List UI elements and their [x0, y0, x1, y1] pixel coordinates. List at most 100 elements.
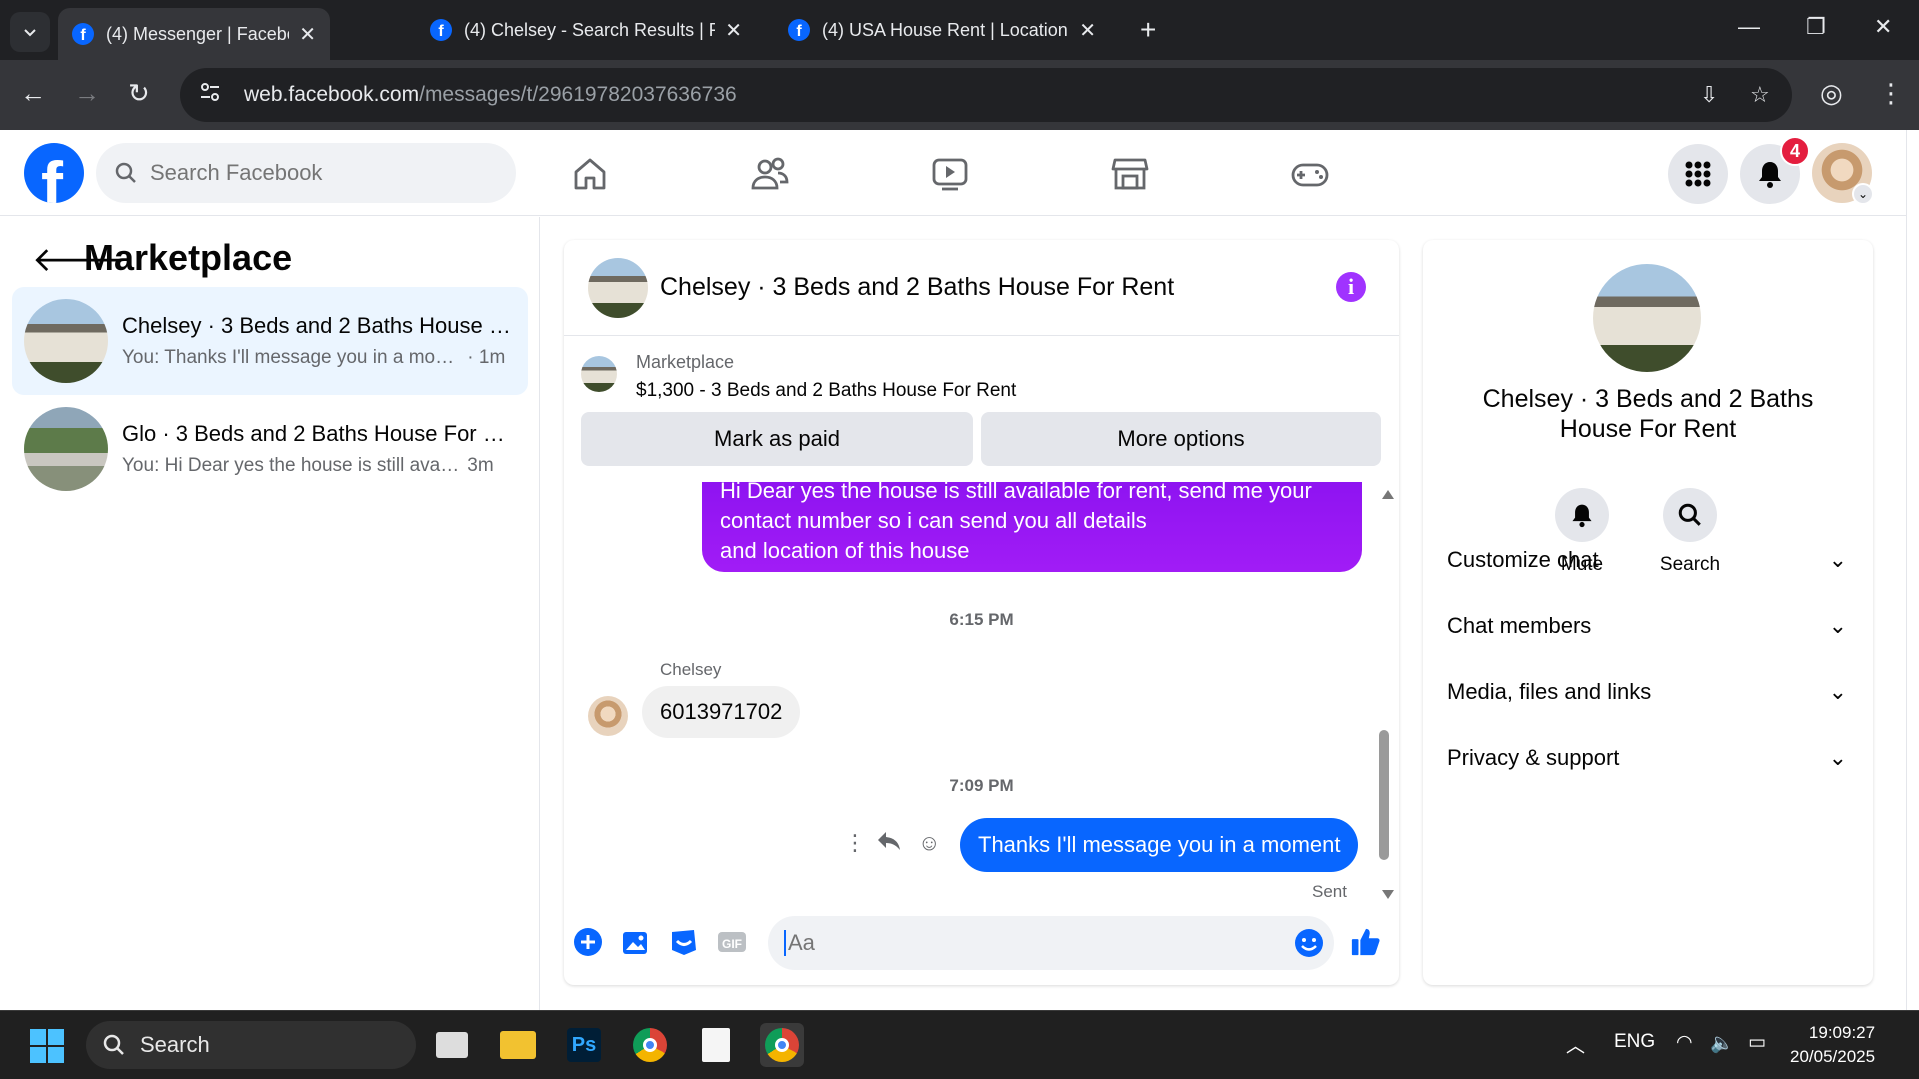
volume-icon[interactable]: 🔈 [1710, 1031, 1734, 1055]
facebook-logo-icon[interactable]: f [24, 143, 84, 203]
customize-chat-section[interactable]: Customize chat ⌄ [1447, 532, 1847, 588]
chrome-icon[interactable] [628, 1023, 672, 1067]
chevron-down-icon: ⌄ [1828, 613, 1847, 638]
task-view-icon[interactable] [430, 1023, 474, 1067]
emoji-icon[interactable] [1294, 928, 1324, 958]
search-icon [115, 162, 136, 183]
chat-title[interactable]: Chelsey · 3 Beds and 2 Baths House For R… [660, 273, 1174, 302]
close-tab-icon[interactable]: ✕ [1079, 18, 1096, 43]
url-path: /messages/t/29619782037636736 [419, 83, 737, 106]
close-tab-icon[interactable]: ✕ [725, 18, 742, 43]
battery-icon[interactable]: ▭ [1748, 1031, 1766, 1054]
browser-tab-usa-house-rent[interactable]: f (4) USA House Rent | Location: ✕ [774, 8, 1110, 52]
bell-icon [1759, 162, 1781, 188]
details-title: Chelsey · 3 Beds and 2 Baths House For R… [1453, 384, 1843, 444]
gaming-nav-icon[interactable] [1288, 152, 1332, 196]
browser-tab-bar: f (4) Messenger | Facebook ✕ f (4) Chels… [0, 0, 1919, 60]
conversation-preview: You: Thanks I'll message you in a moment [122, 347, 462, 368]
more-options-button[interactable]: More options [981, 412, 1381, 466]
account-avatar[interactable]: ⌄ [1812, 143, 1874, 205]
facebook-favicon-icon: f [430, 19, 452, 41]
timestamp: 7:09 PM [949, 776, 1014, 795]
bookmark-star-icon[interactable]: ☆ [1750, 82, 1770, 108]
mark-as-paid-button[interactable]: Mark as paid [581, 412, 973, 466]
scroll-up-icon[interactable] [1382, 490, 1394, 499]
close-tab-icon[interactable]: ✕ [299, 22, 316, 47]
attach-image-icon[interactable] [620, 926, 652, 958]
site-settings-icon[interactable] [198, 80, 228, 110]
media-files-links-section[interactable]: Media, files and links ⌄ [1447, 664, 1847, 720]
more-actions-plus-icon[interactable] [572, 926, 604, 958]
conversation-title: Chelsey · 3 Beds and 2 Baths House For R… [122, 313, 512, 338]
grid-icon [1685, 161, 1711, 187]
profile-icon[interactable]: ◎ [1820, 78, 1843, 109]
browser-tab-messenger[interactable]: f (4) Messenger | Facebook ✕ [58, 8, 330, 60]
document-app-icon[interactable] [694, 1023, 738, 1067]
incoming-message[interactable]: 6013971702 [642, 686, 801, 738]
wifi-icon[interactable]: ◠ [1676, 1031, 1693, 1054]
reload-icon[interactable]: ↻ [128, 78, 150, 109]
chat-members-section[interactable]: Chat members ⌄ [1447, 598, 1847, 654]
conversation-item-chelsey[interactable]: Chelsey · 3 Beds and 2 Baths House For R… [12, 287, 528, 395]
message-input[interactable] [784, 930, 1264, 956]
reply-icon[interactable] [876, 830, 902, 858]
conversation-item-glo[interactable]: Glo · 3 Beds and 2 Baths House For Rent … [12, 395, 528, 503]
chat-thumbnail[interactable] [588, 258, 648, 318]
info-icon[interactable]: i [1336, 272, 1366, 302]
chevron-down-icon: ⌄ [1852, 183, 1874, 205]
forward-arrow-icon[interactable]: → [74, 78, 100, 109]
facebook-search[interactable] [96, 143, 516, 203]
react-emoji-icon[interactable]: ☺ [918, 830, 940, 856]
outgoing-message[interactable]: Thanks I'll message you in a moment [960, 818, 1359, 872]
conversation-time: 3m [467, 455, 494, 476]
page-scrollbar[interactable] [1906, 130, 1919, 1010]
sender-name: Chelsey [660, 660, 722, 679]
address-bar[interactable]: web.facebook.com/messages/t/296197820376… [180, 68, 1792, 122]
tab-title: (4) Chelsey - Search Results | Fa [464, 19, 716, 40]
scroll-down-icon[interactable] [1382, 890, 1394, 899]
window-close-icon[interactable]: ✕ [1874, 14, 1892, 40]
message-more-icon[interactable]: ⋮ [844, 830, 866, 856]
new-tab-icon[interactable]: + [1140, 14, 1156, 46]
like-thumb-icon[interactable] [1350, 926, 1382, 958]
friends-nav-icon[interactable] [748, 152, 792, 196]
clock-time: 19:09:27 [1808, 1023, 1876, 1042]
chrome-active-icon[interactable] [760, 1023, 804, 1067]
sticker-icon[interactable] [668, 926, 700, 958]
browser-tab-search-results[interactable]: f (4) Chelsey - Search Results | Fa ✕ [416, 8, 756, 52]
restore-icon[interactable]: ❐ [1806, 14, 1826, 40]
privacy-support-section[interactable]: Privacy & support ⌄ [1447, 730, 1847, 786]
scrollbar-thumb[interactable] [1379, 730, 1389, 860]
show-hidden-icons-icon[interactable]: ︿ [1566, 1031, 1585, 1058]
taskbar-search-label: Search [140, 1032, 210, 1057]
listing-title[interactable]: $1,300 - 3 Beds and 2 Baths House For Re… [636, 380, 1016, 402]
message-status: Sent [1312, 882, 1347, 901]
chevron-down-icon: ⌄ [1828, 547, 1847, 572]
minimize-icon[interactable]: — [1738, 14, 1760, 40]
conversation-time: · 1m [467, 347, 506, 368]
message-composer: GIF [564, 902, 1399, 985]
outgoing-message[interactable]: Hi Dear yes the house is still available… [702, 482, 1362, 572]
back-arrow-icon[interactable]: ← [20, 78, 46, 109]
gif-icon[interactable]: GIF [716, 926, 748, 958]
sender-avatar[interactable] [588, 696, 628, 736]
video-nav-icon[interactable] [928, 152, 972, 196]
marketplace-nav-icon[interactable] [1108, 152, 1152, 196]
browser-menu-icon[interactable]: ⋮ [1878, 78, 1904, 109]
home-nav-icon[interactable] [568, 152, 612, 196]
system-clock[interactable]: 19:09:27 20/05/2025 [1790, 1021, 1875, 1069]
conversation-preview: You: Hi Dear yes the house is still avai… [122, 455, 462, 476]
message-input-wrapper[interactable] [768, 916, 1334, 970]
menu-grid-button[interactable] [1668, 144, 1728, 204]
listing-thumbnail[interactable] [1593, 264, 1701, 372]
language-indicator[interactable]: ENG [1614, 1031, 1655, 1053]
file-explorer-icon[interactable] [496, 1023, 540, 1067]
facebook-search-input[interactable] [150, 160, 450, 186]
install-app-icon[interactable]: ⇩ [1700, 82, 1718, 108]
windows-start-icon[interactable] [30, 1029, 64, 1063]
photoshop-icon[interactable]: Ps [562, 1023, 606, 1067]
tab-search-button[interactable] [10, 12, 50, 52]
section-label: Privacy & support [1447, 745, 1620, 770]
section-label: Chat members [1447, 613, 1592, 638]
taskbar-search[interactable]: Search [86, 1021, 416, 1069]
